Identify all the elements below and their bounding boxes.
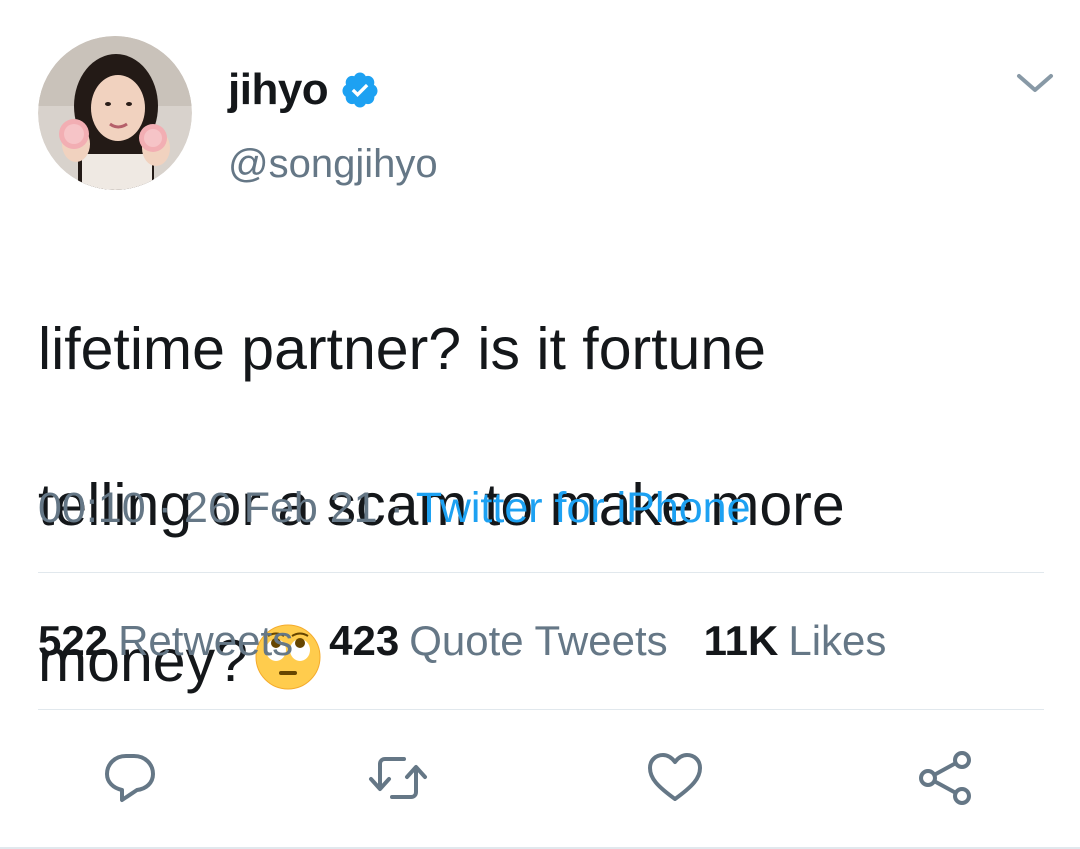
tweet-meta: 00:10 · 26 Feb 21 · Twitter for iPhone [38,484,751,533]
likes-stat[interactable]: 11K Likes [704,617,887,665]
author-name-row: jihyo [228,62,380,118]
chevron-down-icon[interactable] [1013,66,1057,102]
retweets-label: Retweets [118,617,294,664]
share-icon [919,751,971,805]
tweet-text-line: lifetime partner? is it fortune [38,316,766,382]
likes-count: 11K [703,617,779,664]
retweets-count: 522 [38,617,109,664]
tweet-date[interactable]: 26 Feb 21 [184,484,378,532]
meta-separator: · [389,484,404,532]
verified-badge-icon [340,70,380,110]
likes-label: Likes [788,617,887,664]
quote-tweets-stat[interactable]: 423 Quote Tweets [329,617,667,665]
tweet-time: 00:10 [38,484,146,532]
retweet-button[interactable] [368,750,428,806]
reply-icon [105,754,155,802]
divider [38,709,1044,710]
tweet-stats: 522 Retweets 423 Quote Tweets 11K Likes [38,617,922,665]
share-button[interactable] [915,750,975,806]
avatar-image [38,36,192,190]
tweet-detail: jihyo @songjihyo lifetime partner? is it… [0,0,1080,849]
meta-separator: · [157,484,172,532]
quote-tweets-label: Quote Tweets [409,617,668,664]
tweet-source-link[interactable]: Twitter for iPhone [416,484,751,532]
divider [38,572,1044,573]
reply-button[interactable] [100,750,160,806]
avatar[interactable] [38,36,192,190]
action-bar [0,750,1080,806]
author-display-name[interactable]: jihyo [228,65,329,115]
author-handle[interactable]: @songjihyo [228,142,438,187]
quote-tweets-count: 423 [329,617,400,664]
retweet-icon [369,757,427,799]
like-button[interactable] [645,750,705,806]
heart-icon [648,753,702,801]
retweets-stat[interactable]: 522 Retweets [38,617,293,665]
